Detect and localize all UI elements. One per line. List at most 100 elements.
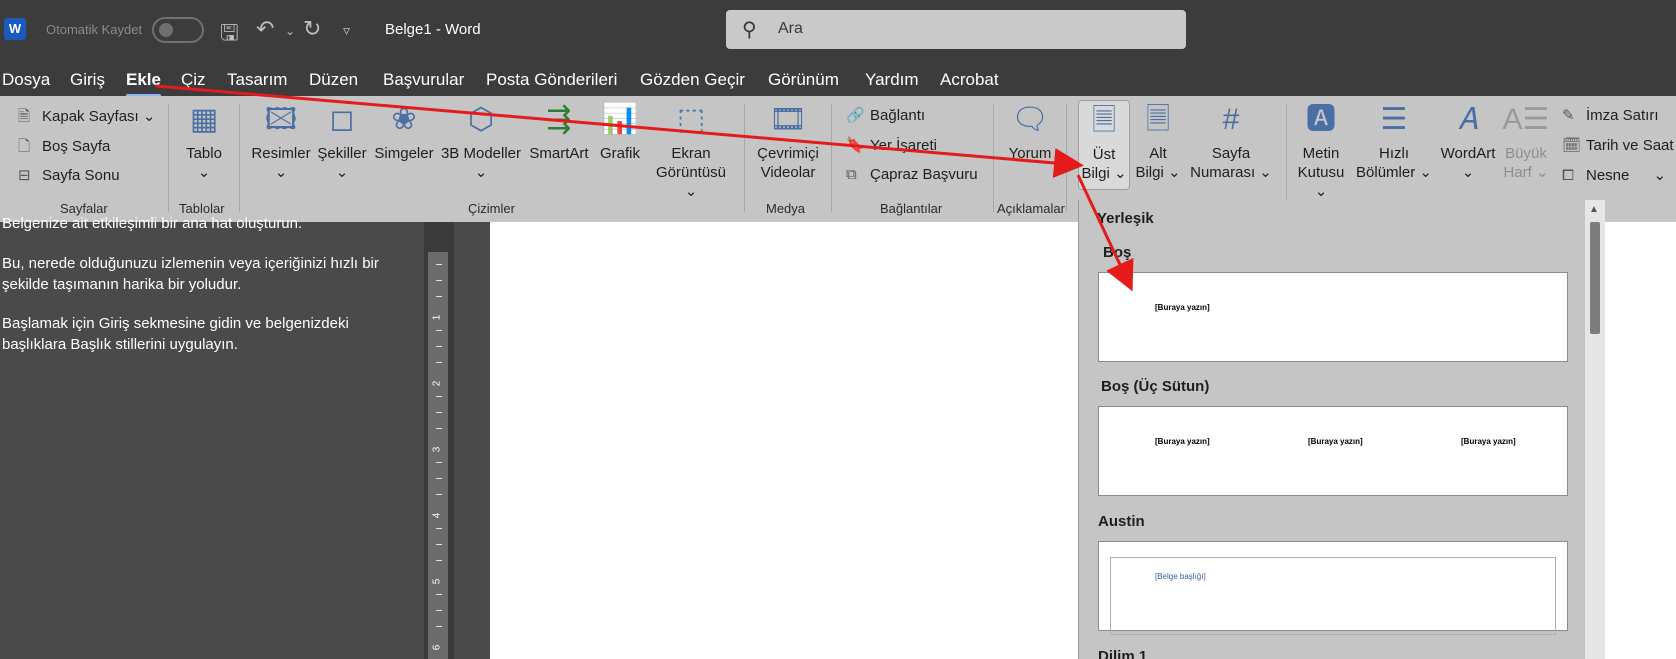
word-app-icon: W — [4, 18, 26, 40]
redo-icon[interactable]: ↻ — [303, 16, 321, 42]
ribbon-tabs: Dosya Giriş Ekle Çiz Tasarım Düzen Başvu… — [0, 58, 1676, 97]
text-box-icon: 🅰 — [1306, 103, 1336, 136]
search-box[interactable]: ⚲ Ara — [726, 10, 1186, 49]
tab-basvurular[interactable]: Başvurular — [383, 70, 464, 90]
screenshot-button[interactable]: ⬚ Ekran Görüntüsü ⌄ — [648, 100, 734, 201]
tab-posta-gonderileri[interactable]: Posta Gönderileri — [486, 70, 617, 90]
shapes-icon: ◻ — [329, 103, 355, 136]
page-break-icon: ⊟ — [18, 167, 31, 184]
header-icon: 🗏 — [1091, 104, 1117, 137]
placeholder-text: [Belge başlığı] — [1155, 572, 1206, 581]
chart-button[interactable]: 📊 Grafik — [594, 100, 646, 163]
shapes-button[interactable]: ◻ Şekiller ⌄ — [314, 100, 370, 182]
group-label-cizimler: Çizimler — [468, 201, 515, 216]
page-number-icon: # — [1222, 103, 1240, 136]
autosave-label: Otomatik Kaydet — [46, 22, 143, 37]
header-button[interactable]: 🗏 Üst Bilgi ⌄ — [1078, 100, 1130, 190]
smartart-button[interactable]: ⇶ SmartArt — [526, 100, 592, 163]
gallery-item-title: Austin — [1098, 513, 1145, 530]
cross-reference-button[interactable]: ⧉ Çapraz Başvuru — [846, 166, 978, 183]
placeholder-text: [Buraya yazın] — [1461, 437, 1516, 446]
scrollbar-thumb[interactable] — [1590, 222, 1600, 334]
nav-text-paragraph-1: Bu, nerede olduğunuzu izlemenin veya içe… — [2, 255, 379, 293]
gallery-item-title: Boş — [1103, 244, 1132, 261]
group-label-aciklamalar: Açıklamalar — [997, 201, 1065, 216]
link-button[interactable]: 🔗 Bağlantı — [846, 106, 925, 124]
nav-text-paragraph-2: Başlamak için Giriş sekmesine gidin ve b… — [2, 315, 349, 353]
calendar-icon: 🗓 — [1562, 137, 1582, 154]
link-icon: 🔗 — [846, 107, 865, 124]
icons-button[interactable]: ❀ Simgeler — [372, 100, 436, 163]
screenshot-icon: ⬚ — [676, 103, 706, 136]
tab-duzen[interactable]: Düzen — [309, 70, 358, 90]
tab-gozden-gecir[interactable]: Gözden Geçir — [640, 70, 745, 90]
cover-page-button[interactable]: 🗎 Kapak Sayfası ⌄ — [18, 106, 155, 131]
tab-ekle[interactable]: Ekle — [126, 70, 161, 97]
wordart-icon: 𝐴 — [1458, 103, 1478, 136]
customize-toolbar-icon[interactable]: ▿ — [343, 22, 350, 39]
tab-gorunum[interactable]: Görünüm — [768, 70, 839, 90]
icons-icon: ❀ — [391, 103, 417, 136]
group-label-medya: Medya — [766, 201, 806, 216]
tab-tasarim[interactable]: Tasarım — [227, 70, 287, 90]
header-gallery-dropdown: Yerleşik Boş [Buraya yazın] Boş (Üç Sütu… — [1078, 200, 1605, 659]
object-button[interactable]: ⧠ Nesne ⌄ — [1562, 166, 1666, 184]
ruler-number: 1 — [431, 314, 443, 321]
video-icon: 🎞 — [768, 103, 808, 136]
ruler-number: 2 — [431, 380, 443, 387]
placeholder-text: [Buraya yazın] — [1155, 303, 1210, 312]
ruler-number: 3 — [431, 446, 443, 453]
3d-models-button[interactable]: ⬡ 3B Modeller ⌄ — [438, 100, 524, 182]
search-placeholder: Ara — [778, 20, 803, 37]
ruler-number: 5 — [431, 578, 443, 585]
pictures-button[interactable]: 🖾 Resimler ⌄ — [250, 100, 312, 182]
page-number-button[interactable]: # Sayfa Numarası ⌄ — [1186, 100, 1276, 182]
tab-acrobat[interactable]: Acrobat — [940, 70, 999, 90]
autosave-toggle[interactable] — [152, 17, 204, 43]
ruler-number: 4 — [431, 512, 443, 519]
picture-icon: 🖾 — [264, 103, 298, 136]
quick-parts-icon: ☰ — [1380, 103, 1408, 136]
document-title: Belge1 - Word — [385, 21, 481, 38]
gallery-item-bos[interactable]: [Buraya yazın] — [1098, 272, 1568, 362]
drop-cap-icon: A☰ — [1502, 103, 1550, 136]
page-break-button[interactable]: ⊟ Sayfa Sonu — [18, 166, 120, 184]
tab-ciz[interactable]: Çiz — [181, 70, 206, 90]
bookmark-button[interactable]: 🔖 Yer İşareti — [846, 136, 937, 154]
footer-button[interactable]: 🗏 Alt Bilgi ⌄ — [1132, 100, 1184, 182]
online-videos-button[interactable]: 🎞 Çevrimiçi Videolar — [752, 100, 824, 182]
quick-parts-button[interactable]: ☰ Hızlı Bölümler ⌄ — [1356, 100, 1432, 182]
nav-text-outline: Belgenize ait etkileşimli bir ana hat ol… — [2, 215, 303, 232]
placeholder-text: [Buraya yazın] — [1155, 437, 1210, 446]
blank-page-icon: 🗋 — [18, 138, 31, 155]
date-time-button[interactable]: 🗓 Tarih ve Saat — [1562, 136, 1674, 154]
ruler-number: 6 — [431, 644, 443, 651]
tab-dosya[interactable]: Dosya — [2, 70, 50, 90]
undo-icon[interactable]: ↶ — [256, 16, 274, 42]
gallery-scrollbar[interactable]: ▲ — [1585, 200, 1605, 659]
comment-button[interactable]: 🗨 Yorum — [1000, 100, 1060, 163]
table-icon: ▦ — [189, 103, 219, 136]
cross-reference-icon: ⧉ — [846, 166, 857, 183]
signature-line-button[interactable]: ✎ İmza Satırı — [1562, 106, 1659, 124]
scroll-up-icon[interactable]: ▲ — [1589, 204, 1599, 215]
vertical-ruler[interactable] — [428, 252, 448, 659]
object-icon: ⧠ — [1562, 167, 1575, 184]
gallery-item-austin[interactable]: [Belge başlığı] — [1098, 541, 1568, 635]
gallery-item-bos-uc-sutun[interactable]: [Buraya yazın] [Buraya yazın] [Buraya ya… — [1098, 406, 1568, 496]
search-icon: ⚲ — [742, 19, 757, 41]
blank-page-button[interactable]: 🗋 Boş Sayfa — [18, 136, 110, 161]
group-label-baglantilar: Bağlantılar — [880, 201, 943, 216]
smartart-icon: ⇶ — [546, 103, 572, 136]
text-box-button[interactable]: 🅰 Metin Kutusu ⌄ — [1290, 100, 1352, 201]
save-icon[interactable]: 🖫 — [220, 16, 239, 54]
placeholder-text: [Buraya yazın] — [1308, 437, 1363, 446]
table-button[interactable]: ▦ Tablo ⌄ — [178, 100, 230, 182]
signature-icon: ✎ — [1562, 107, 1575, 124]
tab-giris[interactable]: Giriş — [70, 70, 105, 90]
wordart-button[interactable]: 𝐴 WordArt ⌄ — [1436, 100, 1500, 182]
tab-yardim[interactable]: Yardım — [865, 70, 919, 90]
cube-icon: ⬡ — [467, 103, 495, 136]
undo-dropdown-icon[interactable]: ⌄ — [285, 24, 295, 38]
drop-cap-button[interactable]: A☰ Büyük Harf ⌄ — [1502, 100, 1550, 182]
